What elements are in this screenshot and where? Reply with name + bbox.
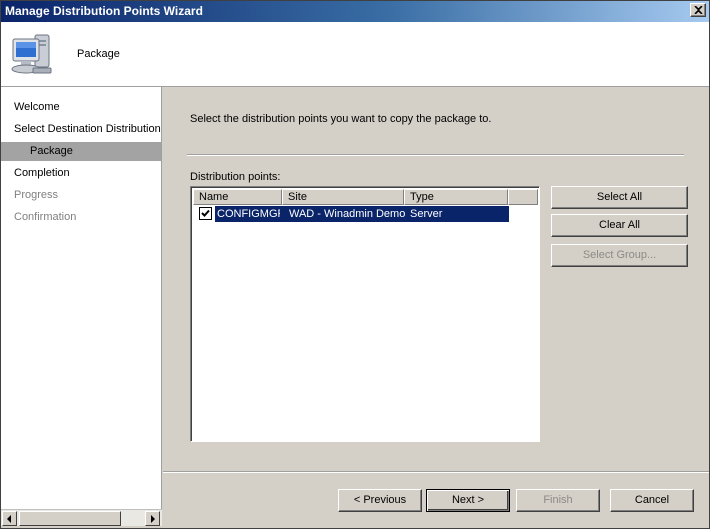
column-header-type[interactable]: Type: [404, 189, 508, 205]
cancel-button[interactable]: Cancel: [610, 489, 694, 512]
row-selection[interactable]: CONFIGMGR WAD - Winadmin Demo Server: [215, 206, 509, 222]
distribution-points-label: Distribution points:: [190, 171, 281, 183]
sidebar-item-welcome[interactable]: Welcome: [1, 98, 161, 117]
select-all-button[interactable]: Select All: [551, 186, 688, 209]
computer-icon: [11, 34, 52, 74]
wizard-window: Manage Distribution Points Wizard Packag…: [0, 0, 710, 529]
close-button[interactable]: [690, 3, 706, 17]
list-header: Name Site Type: [193, 189, 538, 205]
sidebar-item-select-destination[interactable]: Select Destination Distribution Points: [1, 120, 161, 139]
cell-site: WAD - Winadmin Demo: [289, 208, 405, 220]
column-header-filler: [508, 189, 538, 205]
sidebar-item-completion[interactable]: Completion: [1, 164, 161, 183]
wizard-header: Package: [1, 22, 709, 87]
sidebar-horizontal-scrollbar[interactable]: [1, 509, 162, 526]
previous-button[interactable]: < Previous: [338, 489, 422, 512]
select-group-button: Select Group...: [551, 244, 688, 267]
scroll-thumb[interactable]: [19, 511, 121, 526]
finish-button: Finish: [516, 489, 600, 512]
close-icon: [694, 6, 703, 14]
checkmark-icon: [201, 209, 210, 217]
cell-name: CONFIGMGR: [217, 208, 280, 220]
distribution-points-list[interactable]: Name Site Type CONFIGMGR WAD - Winadmin …: [190, 186, 540, 442]
window-title: Manage Distribution Points Wizard: [5, 4, 203, 18]
arrow-right-icon: [151, 515, 155, 523]
sidebar-item-progress: Progress: [14, 189, 59, 201]
column-header-site[interactable]: Site: [282, 189, 404, 205]
sidebar-item-confirmation: Confirmation: [14, 211, 77, 223]
scroll-right-button[interactable]: [145, 511, 160, 526]
wizard-steps-sidebar: Welcome Select Destination Distribution …: [1, 87, 162, 509]
sidebar-item-package[interactable]: Package: [1, 142, 161, 161]
row-checkbox[interactable]: [199, 207, 212, 220]
footer-divider: [163, 471, 709, 473]
scroll-track-gap[interactable]: [122, 511, 137, 526]
cell-type: Server: [410, 208, 443, 220]
column-header-name[interactable]: Name: [193, 189, 282, 205]
content-divider: [187, 154, 684, 156]
next-button[interactable]: Next >: [426, 489, 510, 512]
scroll-left-button[interactable]: [2, 511, 17, 526]
wizard-content: Select the distribution points you want …: [163, 87, 709, 527]
title-bar: Manage Distribution Points Wizard: [1, 1, 709, 22]
clear-all-button[interactable]: Clear All: [551, 214, 688, 237]
page-title: Package: [77, 48, 120, 60]
table-row[interactable]: CONFIGMGR WAD - Winadmin Demo Server: [193, 206, 511, 222]
arrow-left-icon: [7, 515, 11, 523]
instruction-text: Select the distribution points you want …: [190, 113, 492, 125]
